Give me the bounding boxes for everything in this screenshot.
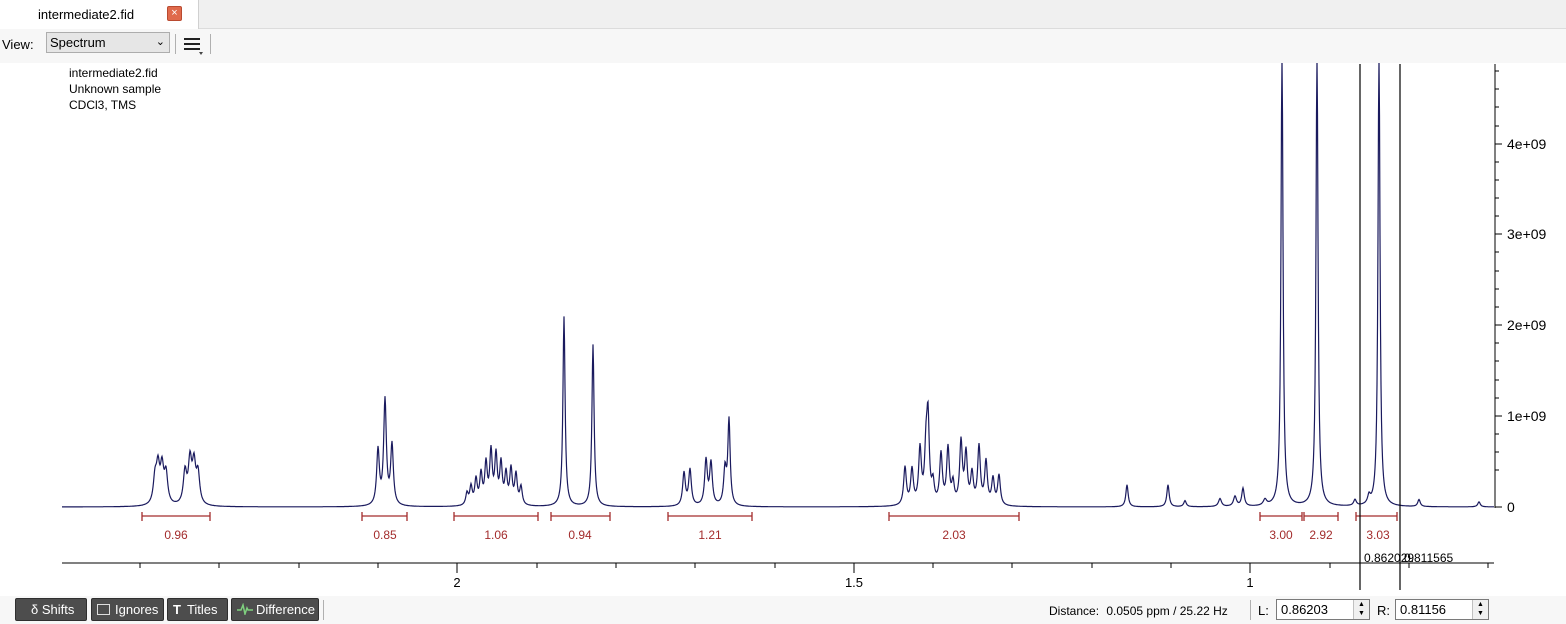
y-tick-label: 2e+09 — [1507, 317, 1547, 333]
bottom-separator — [1250, 600, 1251, 620]
ignores-toggle-label: Ignores — [115, 602, 159, 617]
titles-toggle-label: Titles — [186, 602, 218, 617]
ignore-region-icon — [97, 604, 110, 615]
right-cursor-label: 0.811565 — [1404, 551, 1453, 565]
toolbar-separator — [210, 34, 211, 54]
view-select-value: Spectrum — [50, 35, 106, 50]
bottom-separator — [323, 600, 324, 620]
integral-label: 3.00 — [1269, 528, 1293, 542]
right-cursor-field-label: R: — [1377, 603, 1390, 618]
left-cursor-value: 0.86203 — [1281, 602, 1328, 617]
toolbar-separator — [175, 34, 176, 54]
x-tick-label: 2 — [453, 575, 460, 590]
integral-label: 3.03 — [1366, 528, 1390, 542]
tab-title: intermediate2.fid — [38, 7, 135, 22]
left-cursor-spinbox[interactable]: 0.86203 ▲ ▼ — [1276, 599, 1370, 620]
close-icon[interactable]: × — [167, 6, 182, 21]
integral-label: 0.94 — [568, 528, 592, 542]
integral-label: 1.21 — [698, 528, 722, 542]
integral-brackets — [141, 512, 1398, 521]
y-tick-label: 1e+09 — [1507, 408, 1547, 424]
right-cursor-value: 0.81156 — [1400, 602, 1447, 617]
tab-bar: intermediate2.fid × — [0, 0, 1566, 29]
y-tick-label: 4e+09 — [1507, 136, 1547, 152]
chevron-down-icon: ⌄ — [155, 36, 165, 48]
y-tick-label: 3e+09 — [1507, 226, 1547, 242]
difference-toggle-label: Difference — [256, 602, 316, 617]
integral-label: 0.96 — [164, 528, 188, 542]
distance-label: Distance: — [1049, 604, 1100, 618]
x-tick-label: 1.5 — [845, 575, 863, 590]
toolbar: View: Spectrum ⌄ — [0, 29, 1566, 63]
integral-label: 1.06 — [484, 528, 508, 542]
shifts-toggle[interactable]: δ Shifts — [15, 598, 87, 621]
y-axis-ticks — [1495, 70, 1502, 508]
spectrum-trace — [62, 63, 1494, 508]
difference-waveform-icon — [237, 602, 253, 617]
distance-value: 0.0505 ppm / 25.22 Hz — [1106, 604, 1228, 618]
view-label: View: — [2, 37, 34, 52]
spin-arrows-icon[interactable]: ▲ ▼ — [1353, 600, 1369, 619]
spectrum-svg: 0 1e+09 2e+09 3e+09 4e+09 2 1.5 1 0.96 0… — [62, 63, 1547, 590]
hamburger-menu-icon[interactable] — [181, 34, 205, 56]
integral-label: 2.92 — [1309, 528, 1333, 542]
integral-label: 2.03 — [942, 528, 966, 542]
x-tick-label: 1 — [1246, 575, 1253, 590]
titles-toggle[interactable]: T Titles — [167, 598, 228, 621]
integral-label: 0.85 — [373, 528, 397, 542]
spectrum-plot[interactable]: intermediate2.fid Unknown sample CDCl3, … — [0, 63, 1566, 595]
x-axis-ticks — [139, 563, 1489, 573]
left-cursor-field-label: L: — [1258, 603, 1269, 618]
spin-arrows-icon[interactable]: ▲ ▼ — [1472, 600, 1488, 619]
right-cursor-spinbox[interactable]: 0.81156 ▲ ▼ — [1395, 599, 1489, 620]
text-t-icon: T — [173, 602, 181, 617]
view-select[interactable]: Spectrum ⌄ — [46, 32, 170, 53]
shifts-toggle-label: δ Shifts — [31, 602, 75, 617]
y-tick-label: 0 — [1507, 499, 1515, 515]
difference-toggle[interactable]: Difference — [231, 598, 319, 621]
bottom-bar: δ Shifts Ignores T Titles Difference Dist… — [0, 596, 1566, 624]
tab-intermediate2[interactable]: intermediate2.fid × — [0, 0, 199, 29]
ignores-toggle[interactable]: Ignores — [91, 598, 164, 621]
distance-readout: Distance: 0.0505 ppm / 25.22 Hz — [1049, 604, 1228, 618]
